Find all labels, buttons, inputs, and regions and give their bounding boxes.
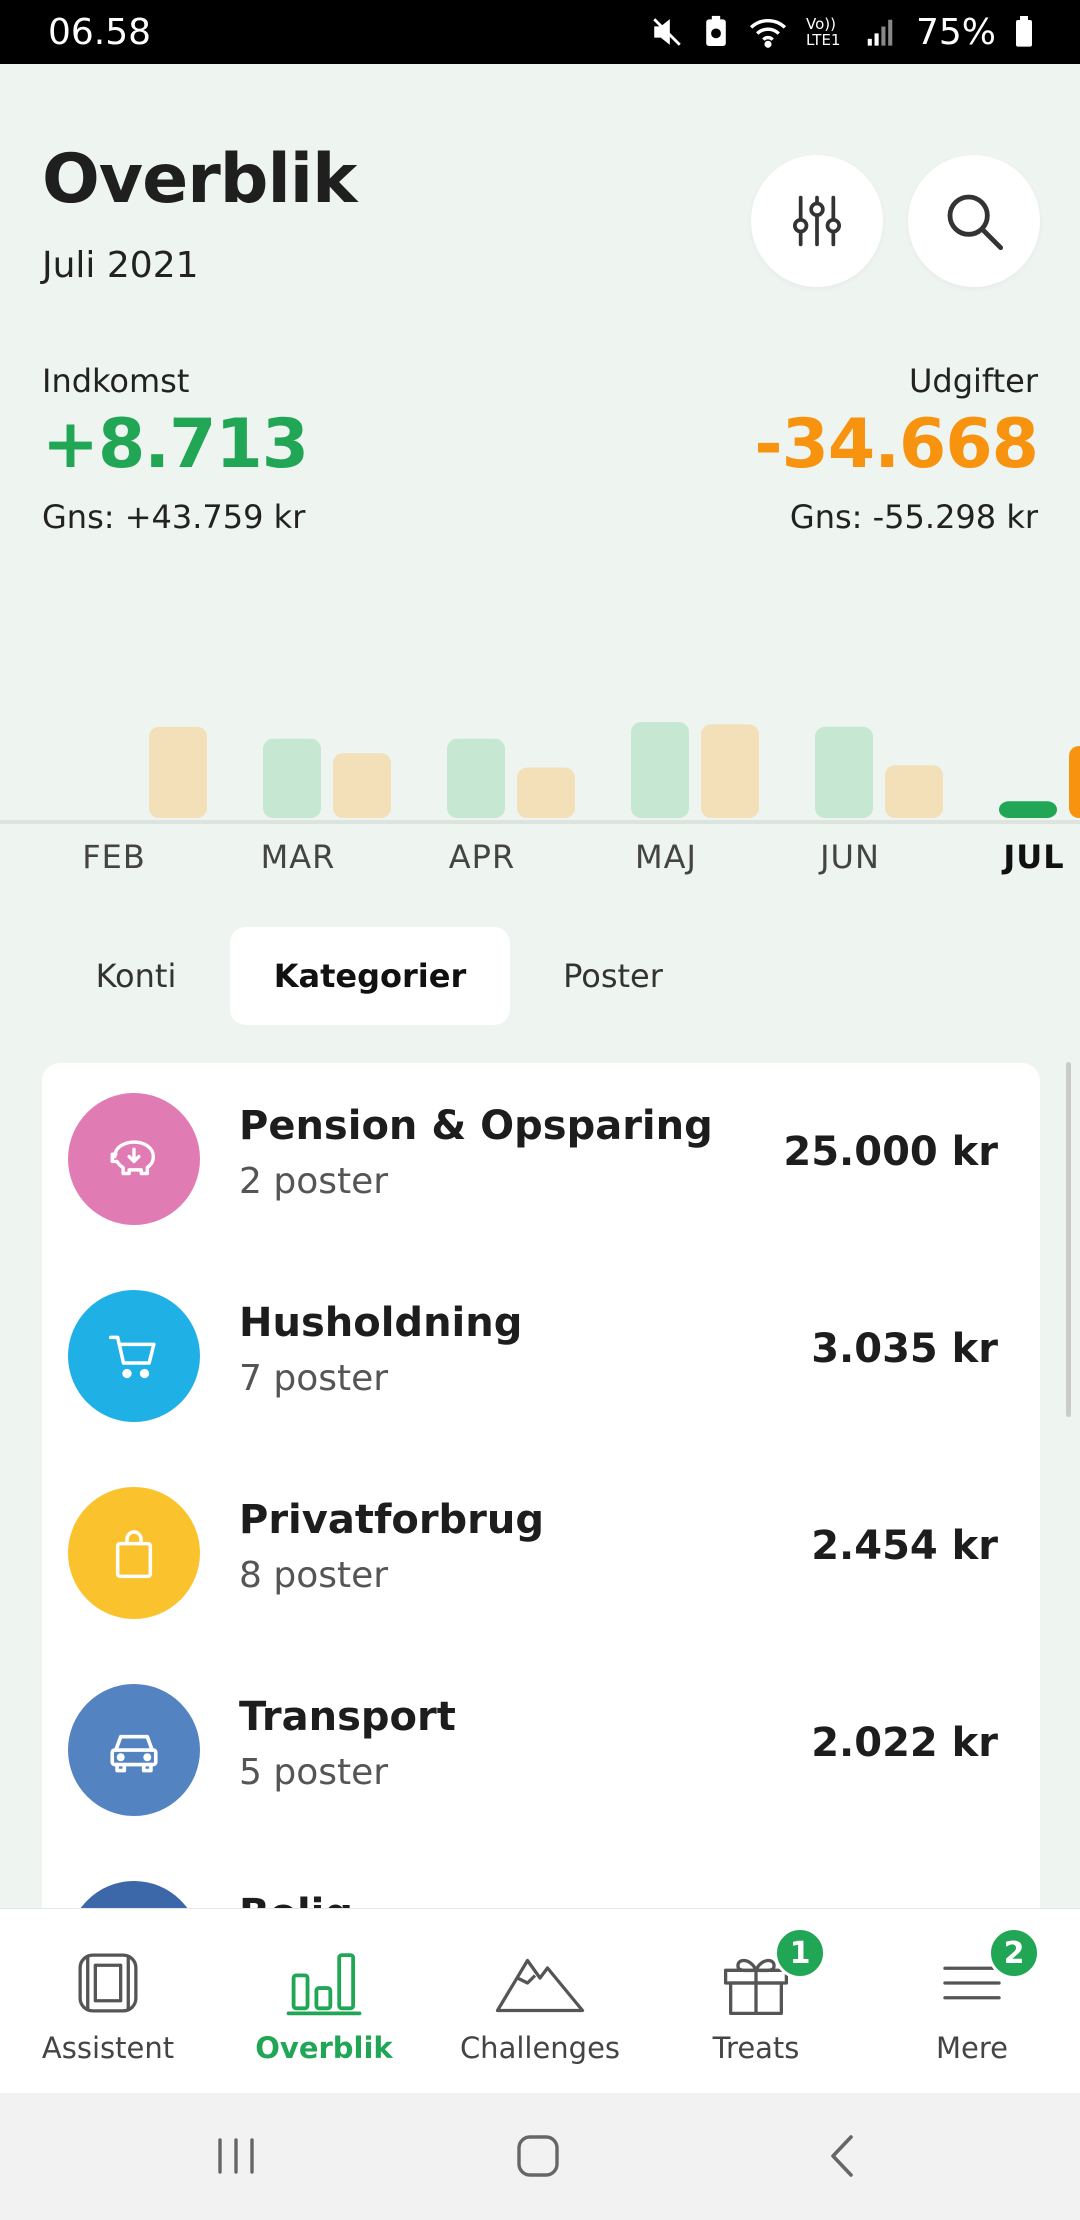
category-name: Husholdning	[239, 1300, 523, 1346]
system-navigation-bar	[0, 2093, 1080, 2220]
category-row-husholdning[interactable]: Husholdning 7 poster 3.035 kr	[42, 1260, 1040, 1457]
recent-apps-button[interactable]	[186, 2121, 286, 2191]
home-button[interactable]	[488, 2121, 588, 2191]
category-row-transport[interactable]: Transport 5 poster 2.022 kr	[42, 1654, 1040, 1851]
expense-bar-jul[interactable]	[1069, 746, 1080, 818]
month-label-apr[interactable]: APR	[422, 838, 542, 876]
category-list: Pension & Opsparing 2 poster 25.000 kr H…	[42, 1063, 1040, 1943]
wifi-icon	[749, 18, 787, 48]
category-row-pension[interactable]: Pension & Opsparing 2 poster 25.000 kr	[42, 1063, 1040, 1260]
expense-bar-mar[interactable]	[333, 753, 391, 818]
tab-konti[interactable]: Konti	[76, 927, 196, 1025]
back-button[interactable]	[792, 2121, 892, 2191]
category-name: Transport	[239, 1694, 456, 1740]
signal-icon	[867, 19, 893, 46]
income-bar-jun[interactable]	[815, 726, 873, 818]
category-icon-circle	[68, 1290, 200, 1422]
nav-label: Challenges	[459, 2031, 621, 2065]
nav-label: Assistent	[41, 2031, 175, 2065]
bottom-navigation: Assistent Overblik Challenges Treats 1 M…	[0, 1908, 1080, 2093]
back-icon	[831, 2135, 853, 2177]
nav-label: Overblik	[255, 2031, 393, 2065]
category-count: 2 poster	[239, 1161, 389, 1202]
month-label-jul[interactable]: JUL	[974, 838, 1080, 876]
mere-badge: 2	[988, 1927, 1040, 1979]
assistant-icon	[78, 1953, 138, 2013]
income-bar-maj[interactable]	[631, 722, 689, 818]
treats-badge: 1	[774, 1927, 826, 1979]
period-label[interactable]: Juli 2021	[42, 245, 199, 286]
page-title: Overblik	[42, 140, 357, 219]
tab-kategorier[interactable]: Kategorier	[230, 927, 510, 1025]
status-time: 06.58	[48, 11, 152, 53]
month-label-maj[interactable]: MAJ	[606, 838, 726, 876]
search-icon	[947, 194, 1004, 251]
network-label: Vo)) LTE1	[805, 15, 841, 49]
nav-treats[interactable]: Treats 1	[648, 1909, 864, 2094]
sliders-icon	[792, 195, 842, 247]
category-amount: 25.000 kr	[783, 1129, 998, 1175]
bar-chart-icon	[286, 1953, 362, 2016]
month-label-mar[interactable]: MAR	[238, 838, 358, 876]
income-label: Indkomst	[42, 362, 190, 400]
battery-saver-icon	[706, 15, 726, 46]
income-bar-apr[interactable]	[447, 738, 505, 818]
shopping-cart-icon	[108, 1335, 156, 1379]
expense-bar-maj[interactable]	[701, 724, 759, 818]
scrollbar[interactable]	[1066, 1062, 1071, 1417]
category-count: 7 poster	[239, 1358, 389, 1399]
category-row-privatforbrug[interactable]: Privatforbrug 8 poster 2.454 kr	[42, 1457, 1040, 1654]
category-count: 5 poster	[239, 1752, 389, 1793]
mute-icon	[653, 18, 681, 46]
home-icon	[517, 2135, 559, 2177]
status-icons: Vo)) LTE1 75%	[650, 12, 1034, 53]
expense-bar-jun[interactable]	[885, 765, 943, 818]
expense-average: Gns: -55.298 kr	[789, 498, 1038, 536]
expense-bar-apr[interactable]	[517, 767, 575, 818]
month-label-feb[interactable]: FEB	[54, 838, 174, 876]
income-value: +8.713	[42, 405, 309, 484]
month-label-jun[interactable]: JUN	[790, 838, 910, 876]
category-name: Pension & Opsparing	[239, 1103, 713, 1149]
shopping-bag-icon	[115, 1530, 153, 1579]
category-amount: 2.022 kr	[811, 1720, 998, 1766]
nav-assistent[interactable]: Assistent	[0, 1909, 216, 2094]
category-amount: 3.035 kr	[811, 1326, 998, 1372]
category-amount: 2.454 kr	[811, 1523, 998, 1569]
category-icon-circle	[68, 1684, 200, 1816]
expense-bar-feb[interactable]	[149, 726, 207, 818]
income-bar-jul[interactable]	[999, 801, 1057, 818]
search-button[interactable]	[908, 155, 1040, 287]
nav-mere[interactable]: Mere 2	[864, 1909, 1080, 2094]
income-average: Gns: +43.759 kr	[42, 498, 306, 536]
nav-label: Mere	[936, 2031, 1008, 2065]
recent-apps-icon	[218, 2138, 254, 2174]
status-bar: 06.58 Vo)) LTE1 75%	[0, 0, 1080, 64]
battery-icon	[1016, 16, 1032, 47]
category-name: Privatforbrug	[239, 1497, 545, 1543]
category-icon-circle	[68, 1487, 200, 1619]
piggy-bank-icon	[110, 1140, 156, 1176]
battery-percent: 75%	[915, 11, 996, 53]
tab-poster[interactable]: Poster	[545, 927, 681, 1025]
category-icon-circle	[68, 1093, 200, 1225]
nav-challenges[interactable]: Challenges	[432, 1909, 648, 2094]
car-icon	[110, 1734, 158, 1773]
category-count: 8 poster	[239, 1555, 389, 1596]
nav-overblik[interactable]: Overblik	[216, 1909, 432, 2094]
expense-label: Udgifter	[908, 362, 1038, 400]
income-bar-mar[interactable]	[263, 738, 321, 818]
chart-baseline	[0, 820, 1080, 824]
expense-value: -34.668	[754, 405, 1039, 484]
nav-label: Treats	[712, 2031, 800, 2065]
mountain-icon	[495, 1958, 585, 2013]
filter-button[interactable]	[751, 155, 883, 287]
